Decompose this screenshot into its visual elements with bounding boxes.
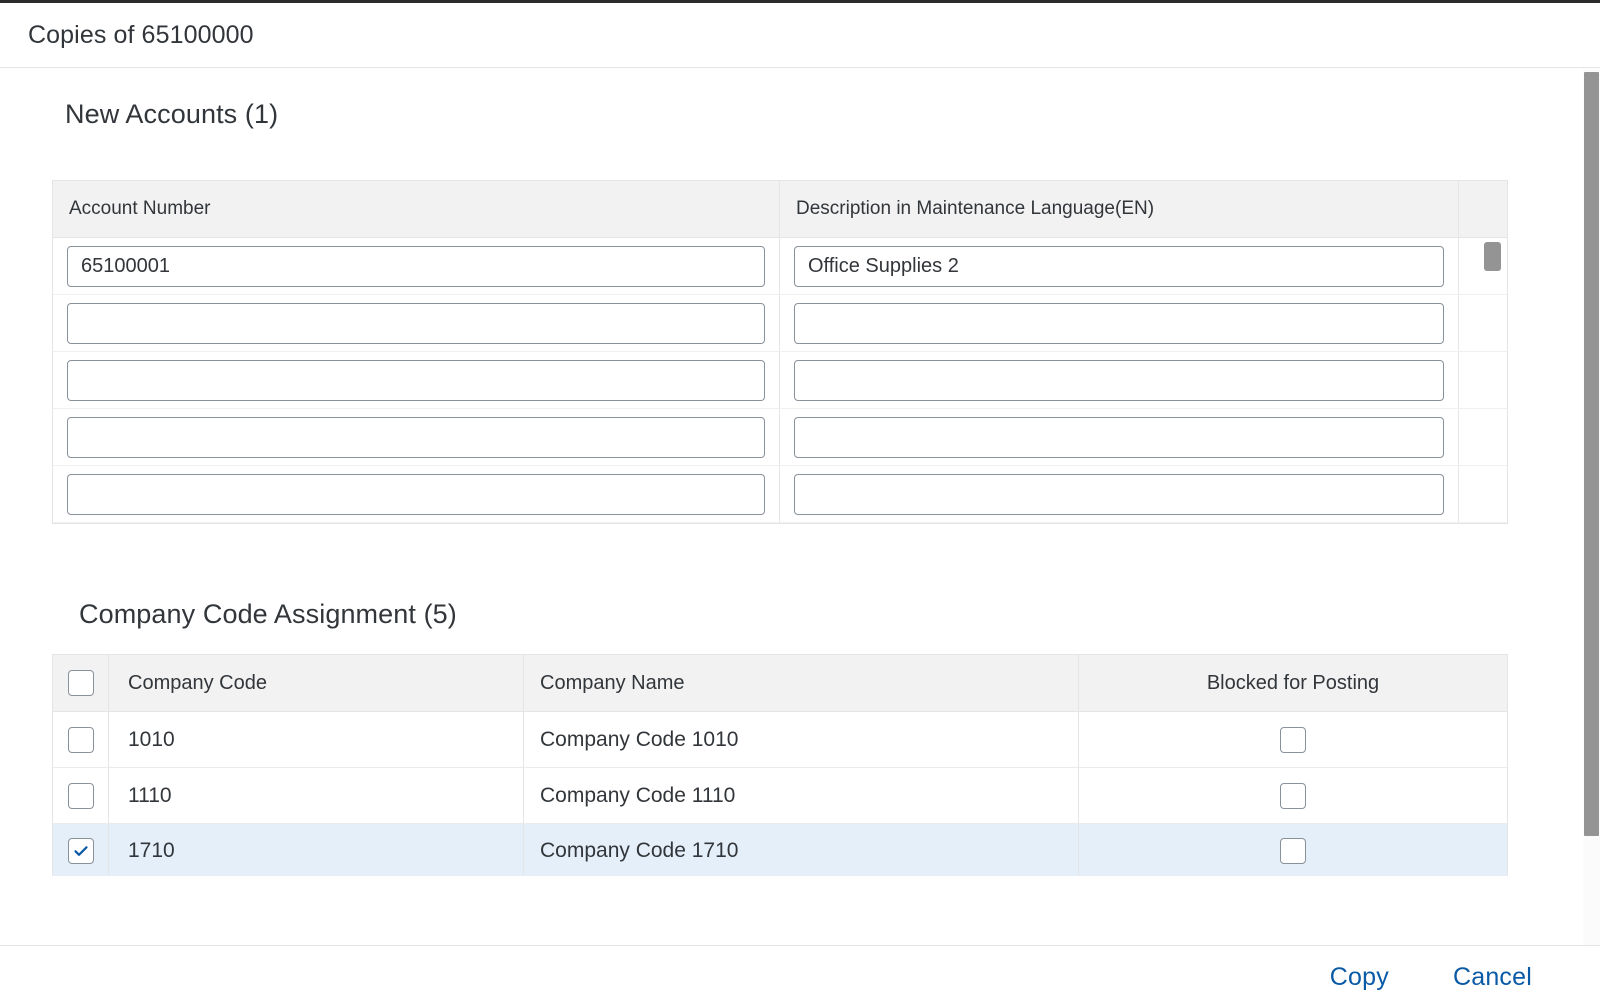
table-row <box>53 466 1507 523</box>
description-input-1[interactable] <box>794 245 1444 287</box>
column-header-account-number: Account Number <box>53 181 780 237</box>
column-header-company-code: Company Code <box>109 655 524 711</box>
row-select-checkbox-1710[interactable] <box>67 838 94 864</box>
blocked-for-posting-checkbox-1010[interactable] <box>1280 726 1306 753</box>
blocked-for-posting-checkbox-1110[interactable] <box>1280 782 1306 809</box>
account-number-input-4[interactable] <box>67 416 765 458</box>
new-accounts-table-header: Account Number Description in Maintenanc… <box>53 181 1507 238</box>
company-code-section-title: Company Code Assignment (5) <box>79 599 457 629</box>
cell-company-name: Company Code 1110 <box>524 768 1079 823</box>
dialog-title: Copies of 65100000 <box>28 20 254 49</box>
description-input-5[interactable] <box>794 473 1444 515</box>
table-row <box>53 295 1507 352</box>
table-row <box>53 352 1507 409</box>
dialog-header: Copies of 65100000 <box>0 3 1600 68</box>
dialog-footer: Copy Cancel <box>0 945 1600 1008</box>
table-row <box>53 238 1507 295</box>
dialog-scrollbar-thumb[interactable] <box>1584 72 1599 836</box>
cell-company-code: 1710 <box>109 824 524 876</box>
description-input-3[interactable] <box>794 359 1444 401</box>
column-header-spacer <box>1459 181 1506 237</box>
row-select-checkbox-1110[interactable] <box>67 782 94 809</box>
column-header-company-name: Company Name <box>524 655 1079 711</box>
row-select-checkbox-1010[interactable] <box>67 726 94 753</box>
table-row[interactable]: 1110 Company Code 1110 <box>53 768 1507 824</box>
account-number-input-5[interactable] <box>67 473 765 515</box>
copy-accounts-dialog: Copies of 65100000 New Accounts (1) Acco… <box>0 0 1600 1008</box>
account-number-input-1[interactable] <box>67 245 765 287</box>
table-row <box>53 409 1507 466</box>
description-input-4[interactable] <box>794 416 1444 458</box>
cell-company-code: 1110 <box>109 768 524 823</box>
column-header-description: Description in Maintenance Language(EN) <box>780 181 1459 237</box>
cell-company-name: Company Code 1010 <box>524 712 1079 767</box>
description-input-2[interactable] <box>794 302 1444 344</box>
cancel-button[interactable]: Cancel <box>1443 959 1542 996</box>
company-code-table: Company Code Company Name Blocked for Po… <box>52 654 1508 876</box>
new-accounts-section-title: New Accounts (1) <box>65 99 279 129</box>
blocked-for-posting-checkbox-1710[interactable] <box>1280 838 1306 864</box>
column-header-blocked-for-posting: Blocked for Posting <box>1206 671 1380 694</box>
table-row[interactable]: 1710 Company Code 1710 <box>53 824 1507 876</box>
table-row[interactable]: 1010 Company Code 1010 <box>53 712 1507 768</box>
cell-company-name: Company Code 1710 <box>524 824 1079 876</box>
company-code-table-header: Company Code Company Name Blocked for Po… <box>53 655 1507 712</box>
copy-button[interactable]: Copy <box>1320 959 1399 996</box>
cell-company-code: 1010 <box>109 712 524 767</box>
new-accounts-table-scrollbar-thumb[interactable] <box>1484 242 1501 271</box>
new-accounts-table: Account Number Description in Maintenanc… <box>52 180 1508 524</box>
account-number-input-3[interactable] <box>67 359 765 401</box>
account-number-input-2[interactable] <box>67 302 765 344</box>
dialog-content: New Accounts (1) Account Number Descript… <box>0 69 1600 945</box>
select-all-checkbox[interactable] <box>67 670 94 696</box>
